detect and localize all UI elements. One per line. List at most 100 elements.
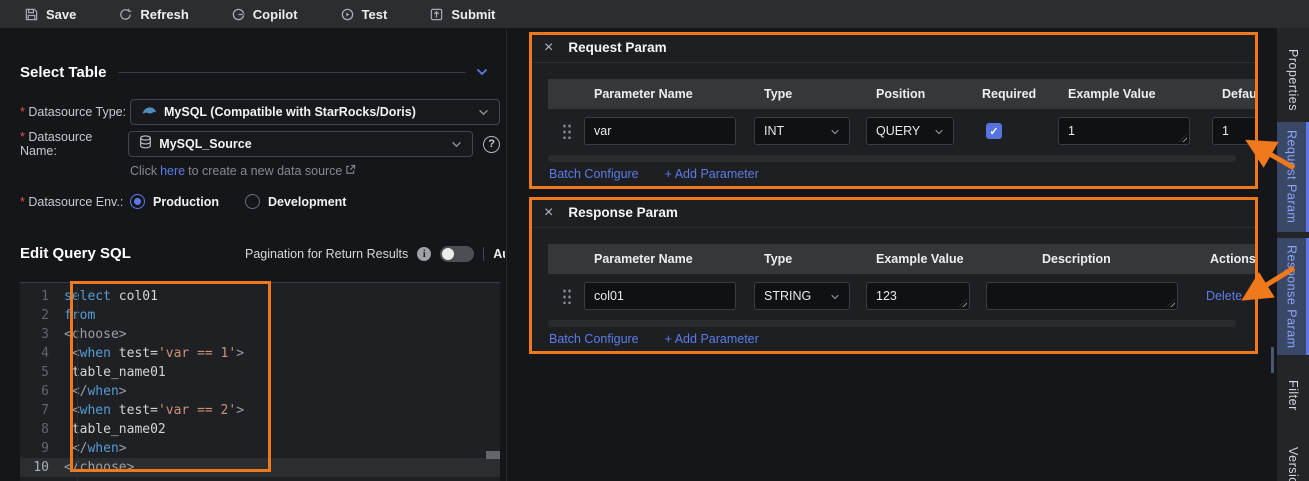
database-icon bbox=[139, 135, 152, 154]
col-type: Type bbox=[754, 252, 866, 266]
refresh-button[interactable]: Refresh bbox=[118, 7, 188, 22]
request-param-links: Batch Configure + Add Parameter bbox=[549, 167, 759, 181]
refresh-icon bbox=[118, 7, 133, 22]
submit-button[interactable]: Submit bbox=[429, 7, 495, 22]
response-param-title: Response Param bbox=[568, 205, 678, 220]
code-line[interactable]: 4 <when test='var == 1'> bbox=[20, 344, 500, 363]
test-icon bbox=[340, 7, 355, 22]
copilot-button[interactable]: Copilot bbox=[231, 7, 298, 22]
col-parameter-name: Parameter Name bbox=[584, 87, 754, 101]
code-line[interactable]: 10</choose> bbox=[20, 458, 500, 477]
param-type-select[interactable]: STRING bbox=[754, 282, 850, 310]
copilot-icon bbox=[231, 7, 246, 22]
edit-query-sql-header: Edit Query SQL bbox=[20, 245, 220, 262]
line-number: 5 bbox=[20, 363, 64, 382]
code-line[interactable]: 1select col01 bbox=[20, 287, 500, 306]
param-name-input[interactable]: var bbox=[584, 117, 736, 145]
drag-handle-icon[interactable] bbox=[562, 288, 572, 304]
chevron-down-icon bbox=[830, 124, 840, 138]
request-param-panel: × Request Param Parameter Name Type Posi… bbox=[530, 33, 1256, 188]
code-line[interactable]: 7 <when test='var == 2'> bbox=[20, 401, 500, 420]
table-hscrollbar[interactable] bbox=[548, 320, 1236, 327]
header-rule bbox=[118, 72, 466, 73]
response-param-panel: × Response Param Parameter Name Type Exa… bbox=[530, 198, 1256, 353]
response-param-links: Batch Configure + Add Parameter bbox=[549, 332, 759, 346]
pagination-toggle[interactable] bbox=[440, 246, 474, 262]
pagination-cluster: Pagination for Return Results i Automati… bbox=[245, 246, 505, 262]
default-value-input[interactable]: 1 bbox=[1212, 117, 1256, 145]
example-value-input[interactable]: 1 bbox=[1058, 117, 1190, 145]
gutter-separator bbox=[77, 287, 78, 481]
collapse-chevron-icon[interactable] bbox=[476, 63, 488, 81]
editor-scrollbar[interactable] bbox=[486, 451, 500, 459]
close-icon[interactable]: × bbox=[544, 40, 553, 56]
close-icon[interactable]: × bbox=[544, 205, 553, 221]
info-icon[interactable]: i bbox=[417, 247, 431, 261]
col-parameter-name: Parameter Name bbox=[584, 252, 754, 266]
sidebar-tab-request-param[interactable]: Request Param bbox=[1277, 122, 1309, 232]
line-number: 8 bbox=[20, 420, 64, 439]
helper-suffix: to create a new data source bbox=[188, 164, 342, 178]
code-line[interactable]: 5 table_name01 bbox=[20, 363, 500, 382]
col-actions: Actions bbox=[1196, 252, 1256, 266]
datasource-type-label: Datasource Type: bbox=[20, 105, 130, 119]
col-type: Type bbox=[754, 87, 866, 101]
create-datasource-link[interactable]: here bbox=[160, 164, 185, 178]
sidebar-tab-version[interactable]: Version bbox=[1277, 432, 1309, 481]
example-value-input[interactable]: 123 bbox=[866, 282, 970, 310]
toolbar: Save Refresh Copilot Test Submit bbox=[0, 0, 1309, 28]
param-type-select[interactable]: INT bbox=[754, 117, 850, 145]
add-parameter-link[interactable]: + Add Parameter bbox=[665, 167, 759, 181]
response-table-header: Parameter Name Type Example Value Descri… bbox=[548, 244, 1256, 274]
datasource-name-select[interactable]: MySQL_Source bbox=[128, 131, 473, 157]
env-radio-development[interactable]: Development bbox=[245, 194, 347, 209]
request-table-header: Parameter Name Type Position Required Ex… bbox=[548, 79, 1256, 109]
description-input[interactable] bbox=[986, 282, 1178, 310]
copilot-label: Copilot bbox=[253, 7, 298, 22]
code-line[interactable]: 8 table_name02 bbox=[20, 420, 500, 439]
help-icon[interactable]: ? bbox=[483, 136, 500, 153]
datasource-type-row: Datasource Type: MySQL (Compatible with … bbox=[20, 99, 500, 125]
edit-query-sql-title: Edit Query SQL bbox=[20, 245, 131, 262]
left-config-panel: Select Table Datasource Type: MySQL (Com… bbox=[0, 28, 505, 481]
delete-link[interactable]: Delete bbox=[1206, 289, 1242, 303]
add-parameter-link[interactable]: + Add Parameter bbox=[665, 332, 759, 346]
sidebar-tab-filter[interactable]: Filter bbox=[1277, 365, 1309, 425]
batch-configure-link[interactable]: Batch Configure bbox=[549, 332, 639, 346]
test-button[interactable]: Test bbox=[340, 7, 388, 22]
table-hscrollbar[interactable] bbox=[548, 155, 1236, 162]
drag-handle-icon[interactable] bbox=[562, 123, 572, 139]
sidebar-tab-properties[interactable]: Properties bbox=[1277, 45, 1309, 115]
datasource-type-select[interactable]: MySQL (Compatible with StarRocks/Doris) bbox=[130, 99, 500, 125]
pagination-label: Pagination for Return Results bbox=[245, 247, 408, 261]
col-example-value: Example Value bbox=[1058, 87, 1208, 101]
save-button[interactable]: Save bbox=[24, 7, 76, 22]
clipped-right-text: Automatica bbox=[493, 247, 505, 261]
sidebar-tab-response-param[interactable]: Response Param bbox=[1277, 238, 1309, 355]
toggle-knob bbox=[442, 248, 454, 260]
create-datasource-helper: Click here to create a new data source bbox=[130, 164, 356, 178]
param-name-input[interactable]: col01 bbox=[584, 282, 736, 310]
chevron-down-icon bbox=[478, 103, 489, 121]
sql-editor[interactable]: 1select col012from3<choose>4 <when test=… bbox=[20, 282, 500, 481]
chevron-down-icon bbox=[830, 289, 840, 303]
line-number: 3 bbox=[20, 325, 64, 344]
code-line[interactable]: 3<choose> bbox=[20, 325, 500, 344]
line-number: 1 bbox=[20, 287, 64, 306]
required-checkbox[interactable]: ✓ bbox=[986, 123, 1002, 139]
batch-configure-link[interactable]: Batch Configure bbox=[549, 167, 639, 181]
col-required: Required bbox=[978, 87, 1058, 101]
code-line[interactable]: 2from bbox=[20, 306, 500, 325]
param-position-select[interactable]: QUERY bbox=[866, 117, 954, 145]
divider bbox=[483, 247, 484, 261]
save-label: Save bbox=[46, 7, 76, 22]
mysql-icon bbox=[141, 103, 157, 121]
line-number: 4 bbox=[20, 344, 64, 363]
code-line[interactable]: 6 </when> bbox=[20, 382, 500, 401]
submit-icon bbox=[429, 7, 444, 22]
vertical-scrollbar[interactable] bbox=[1271, 347, 1274, 373]
request-param-row: var INT QUERY ✓ 1 1 bbox=[548, 109, 1256, 153]
code-line[interactable]: 9 </when> bbox=[20, 439, 500, 458]
env-radio-production[interactable]: Production bbox=[130, 194, 219, 209]
helper-prefix: Click bbox=[130, 164, 157, 178]
